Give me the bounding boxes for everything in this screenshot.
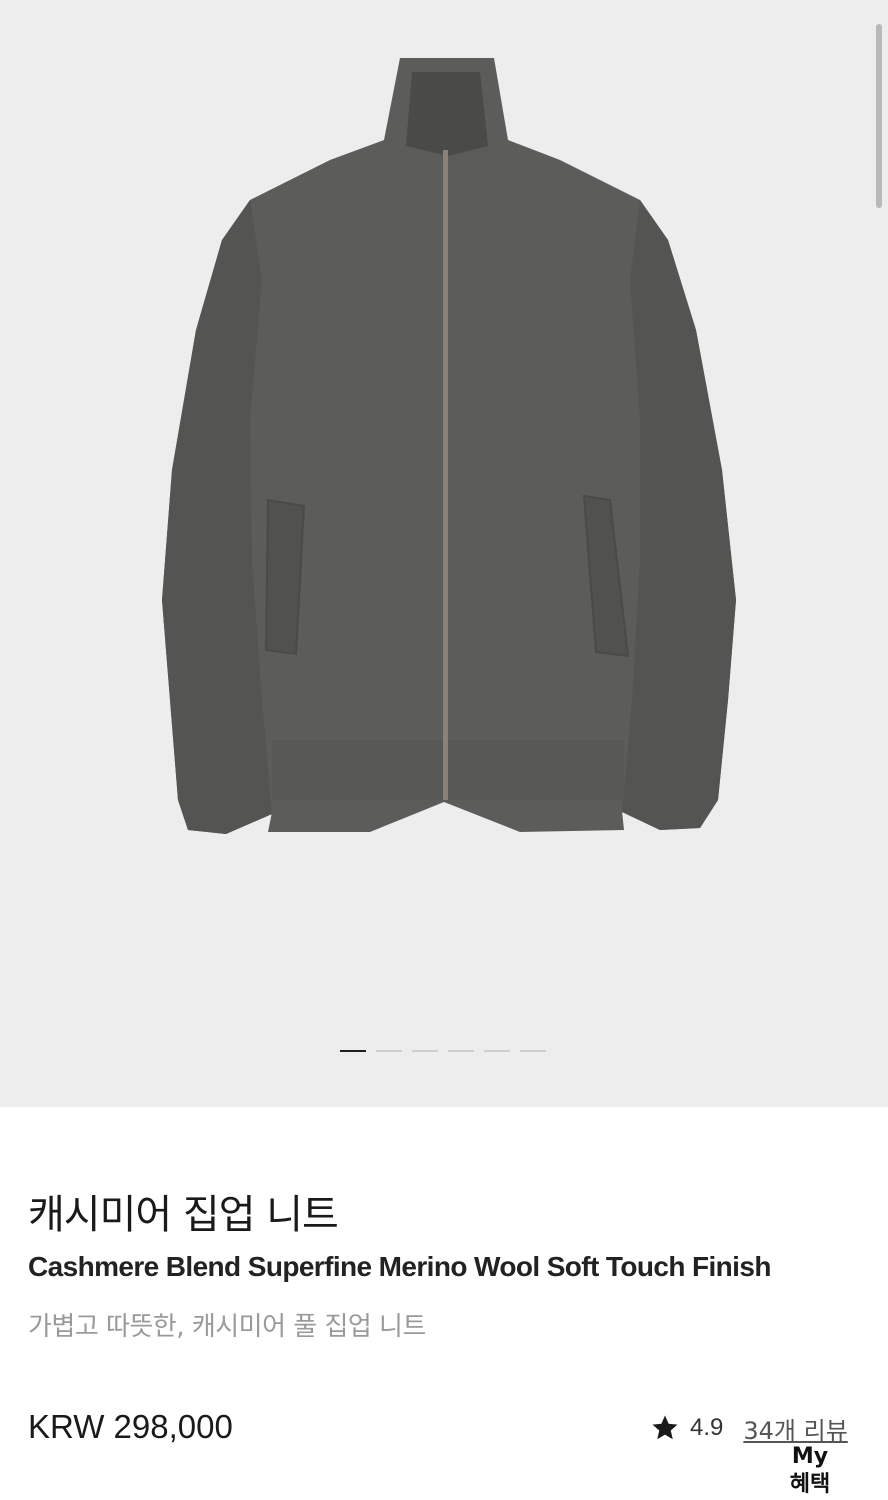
product-image[interactable] bbox=[0, 0, 888, 1107]
star-icon bbox=[652, 1415, 678, 1440]
scrollbar[interactable] bbox=[876, 24, 882, 208]
product-image-gallery[interactable] bbox=[0, 0, 888, 1107]
slide-dot-5[interactable] bbox=[484, 1050, 510, 1052]
product-price: KRW 298,000 bbox=[28, 1408, 233, 1445]
my-benefit-label-line2: 혜택 bbox=[789, 1472, 831, 1497]
slide-dot-4[interactable] bbox=[448, 1050, 474, 1052]
slide-dot-3[interactable] bbox=[412, 1050, 438, 1052]
product-title-english: Cashmere Blend Superfine Merino Wool Sof… bbox=[28, 1251, 771, 1282]
my-benefit-button[interactable]: My 혜택 bbox=[770, 1443, 850, 1500]
product-subtitle: 가볍고 따뜻한, 캐시미어 풀 집업 니트 bbox=[28, 1312, 426, 1342]
zipper bbox=[443, 150, 448, 800]
slide-indicator[interactable] bbox=[340, 1050, 546, 1052]
slide-dot-2[interactable] bbox=[376, 1050, 402, 1052]
slide-dot-6[interactable] bbox=[520, 1050, 546, 1052]
my-benefit-label-line1: My bbox=[791, 1444, 829, 1469]
rating-row: 4.9 34개 리뷰 bbox=[650, 1411, 848, 1445]
slide-dot-1[interactable] bbox=[340, 1050, 366, 1052]
product-title-korean: 캐시미어 집업 니트 bbox=[28, 1192, 339, 1238]
review-count-link[interactable]: 34개 리뷰 bbox=[743, 1411, 847, 1446]
rating-value: 4.9 bbox=[690, 1414, 724, 1441]
